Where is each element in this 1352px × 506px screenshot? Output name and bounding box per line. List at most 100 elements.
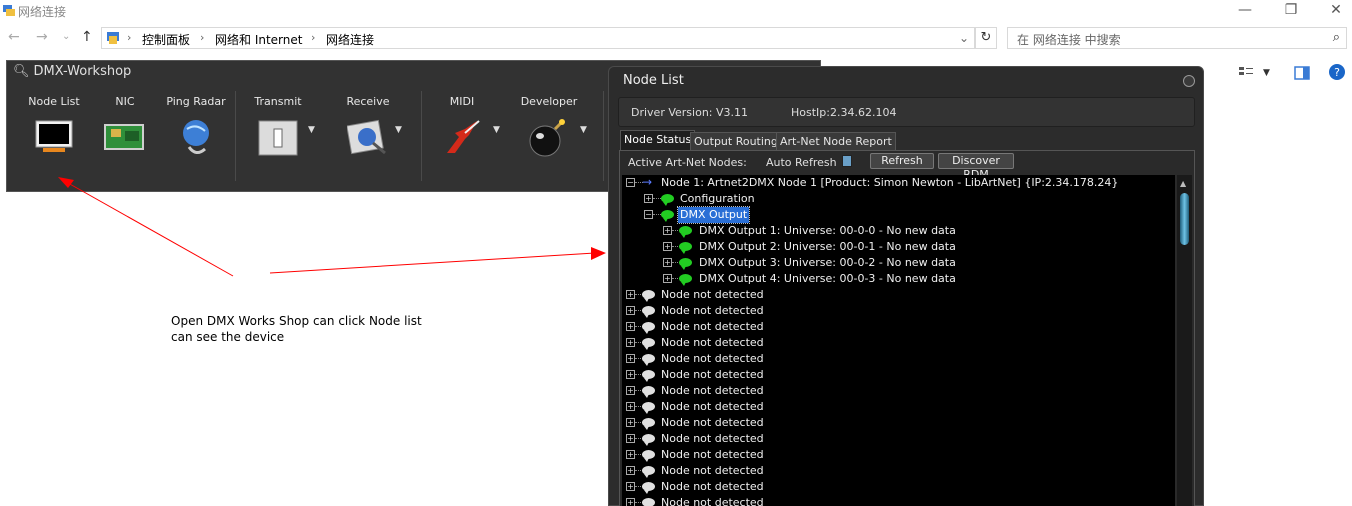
- tab-output-routing[interactable]: Output Routing: [690, 132, 782, 150]
- tool-midi[interactable]: MIDI: [440, 95, 484, 153]
- expand-icon[interactable]: +: [626, 418, 635, 427]
- close-icon[interactable]: [1183, 75, 1195, 87]
- breadcrumb-control-panel[interactable]: 控制面板: [142, 31, 190, 48]
- annotation-text: Open DMX Works Shop can click Node list …: [171, 313, 422, 345]
- address-bar[interactable]: › 控制面板 › 网络和 Internet › 网络连接 ⌄: [101, 27, 975, 49]
- output-label: DMX Output 1: Universe: 00-0-0 - No new …: [699, 224, 956, 237]
- green-bubble-icon: [679, 242, 692, 254]
- white-bubble-icon: [642, 338, 655, 350]
- tool-transmit[interactable]: Transmit: [253, 95, 303, 156]
- node-not-detected-label: Node not detected: [661, 368, 764, 381]
- white-bubble-icon: [642, 450, 655, 462]
- expand-icon[interactable]: +: [626, 370, 635, 379]
- tree-scrollbar[interactable]: ▲: [1177, 175, 1192, 506]
- refresh-button[interactable]: Refresh: [870, 153, 934, 169]
- node-arrow-icon: →: [642, 175, 653, 189]
- node-not-detected-label: Node not detected: [661, 496, 764, 506]
- expand-icon[interactable]: +: [626, 450, 635, 459]
- developer-dropdown-icon[interactable]: ▼: [580, 125, 587, 135]
- tool-label: Transmit: [254, 95, 302, 108]
- white-bubble-icon: [642, 402, 655, 414]
- view-dropdown-icon[interactable]: ▼: [1263, 68, 1270, 78]
- tool-developer[interactable]: Developer: [519, 95, 579, 157]
- arrowhead-right: [591, 247, 606, 260]
- tab-node-status[interactable]: Node Status: [620, 130, 696, 150]
- discover-rdm-button[interactable]: Discover RDM: [938, 153, 1014, 181]
- expand-icon[interactable]: +: [663, 242, 672, 251]
- toolbar-divider: [603, 91, 604, 181]
- breadcrumb-separator-icon: ›: [311, 31, 316, 44]
- window-title: 网络连接: [18, 5, 67, 19]
- fader-icon: [258, 120, 298, 156]
- address-dropdown-icon[interactable]: ⌄: [959, 31, 969, 45]
- white-bubble-icon: [642, 418, 655, 430]
- expand-icon[interactable]: +: [626, 498, 635, 506]
- white-bubble-icon: [642, 434, 655, 446]
- expand-icon[interactable]: +: [663, 258, 672, 267]
- svg-text:?: ?: [1334, 66, 1340, 79]
- expand-icon[interactable]: +: [626, 434, 635, 443]
- white-bubble-icon: [642, 354, 655, 366]
- white-bubble-icon: [642, 370, 655, 382]
- tool-node-list[interactable]: Node List: [27, 95, 81, 152]
- recent-locations-button[interactable]: ⌄: [62, 31, 70, 42]
- up-button[interactable]: ↑: [81, 29, 93, 45]
- receive-dropdown-icon[interactable]: ▼: [395, 125, 402, 135]
- search-input[interactable]: 在 网络连接 中搜索 ⌕: [1007, 27, 1347, 49]
- expand-icon[interactable]: +: [626, 306, 635, 315]
- expand-icon[interactable]: +: [663, 226, 672, 235]
- scroll-up-icon[interactable]: ▲: [1180, 179, 1186, 188]
- change-view-icon[interactable]: [1238, 66, 1254, 80]
- node-not-detected-label: Node not detected: [661, 464, 764, 477]
- network-folder-icon: [3, 5, 15, 16]
- breadcrumb-separator-icon: ›: [127, 31, 132, 44]
- expand-icon[interactable]: +: [626, 290, 635, 299]
- midi-dropdown-icon[interactable]: ▼: [493, 125, 500, 135]
- tool-label: Node List: [28, 95, 80, 108]
- search-placeholder: 在 网络连接 中搜索: [1017, 33, 1121, 47]
- transmit-dropdown-icon[interactable]: ▼: [308, 125, 315, 135]
- arrow-line-to-node-window: [269, 252, 596, 274]
- minimize-button[interactable]: —: [1222, 0, 1268, 22]
- scrollbar-thumb[interactable]: [1180, 193, 1189, 245]
- output-label: DMX Output 4: Universe: 00-0-3 - No new …: [699, 272, 956, 285]
- expand-icon[interactable]: +: [626, 338, 635, 347]
- help-icon[interactable]: ?: [1328, 63, 1346, 81]
- expand-icon[interactable]: +: [663, 274, 672, 283]
- tool-receive[interactable]: Receive: [340, 95, 396, 155]
- green-bubble-icon: [679, 274, 692, 286]
- collapse-icon[interactable]: −: [626, 178, 635, 187]
- expand-icon[interactable]: +: [644, 194, 653, 203]
- forward-button[interactable]: →: [36, 29, 48, 45]
- node1-label: Node 1: Artnet2DMX Node 1 [Product: Simo…: [661, 176, 1119, 189]
- white-bubble-icon: [642, 306, 655, 318]
- preview-pane-icon[interactable]: [1294, 66, 1310, 80]
- tab-art-net-node-report[interactable]: Art-Net Node Report: [776, 132, 896, 150]
- maximize-button[interactable]: ❐: [1268, 0, 1314, 22]
- expand-icon[interactable]: +: [626, 386, 635, 395]
- collapse-icon[interactable]: −: [644, 210, 653, 219]
- expand-icon[interactable]: +: [626, 482, 635, 491]
- back-button[interactable]: ←: [8, 29, 20, 45]
- expand-icon[interactable]: +: [626, 322, 635, 331]
- refresh-button[interactable]: ↻: [975, 27, 997, 49]
- close-button[interactable]: ✕: [1313, 0, 1352, 22]
- network-card-icon: [104, 124, 144, 150]
- expand-icon[interactable]: +: [626, 466, 635, 475]
- dmx-title-text: DMX-Workshop: [33, 64, 132, 79]
- tool-label: NIC: [115, 95, 135, 108]
- expand-icon[interactable]: +: [626, 402, 635, 411]
- tool-nic[interactable]: NIC: [101, 95, 149, 150]
- tree-connector: [653, 198, 661, 199]
- output-label: DMX Output 3: Universe: 00-0-2 - No new …: [699, 256, 956, 269]
- breadcrumb-network-connections[interactable]: 网络连接: [326, 31, 374, 48]
- white-bubble-icon: [642, 386, 655, 398]
- node-tree[interactable]: − → Node 1: Artnet2DMX Node 1 [Product: …: [622, 175, 1175, 506]
- auto-refresh-toggle[interactable]: [842, 155, 852, 167]
- node-not-detected-label: Node not detected: [661, 352, 764, 365]
- tool-ping-radar[interactable]: Ping Radar: [165, 95, 227, 154]
- expand-icon[interactable]: +: [626, 354, 635, 363]
- arrow-line-to-node-list: [67, 182, 234, 277]
- node-not-detected-label: Node not detected: [661, 416, 764, 429]
- breadcrumb-network-internet[interactable]: 网络和 Internet: [215, 31, 302, 48]
